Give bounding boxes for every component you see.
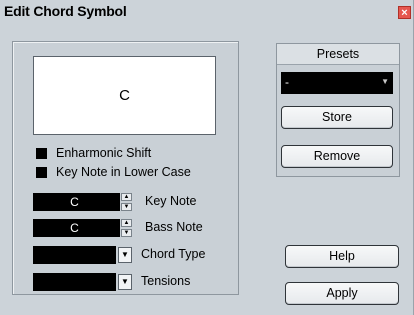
chord-type-field[interactable] [33,246,116,264]
presets-selected-value: - [285,75,289,89]
chevron-down-icon: ▼ [121,250,129,259]
tensions-field[interactable] [33,273,116,291]
enharmonic-shift-label: Enharmonic Shift [56,146,152,160]
key-note-lower-case-checkbox[interactable] [36,166,47,178]
edit-chord-symbol-dialog: Edit Chord Symbol × C Enharmonic Shift K… [0,0,414,315]
presets-header: Presets [277,44,399,65]
remove-button[interactable]: Remove [281,145,393,168]
arrow-down-icon[interactable]: ▼ [121,203,132,211]
chord-preview: C [33,56,216,135]
apply-button[interactable]: Apply [285,282,399,305]
enharmonic-shift-option[interactable]: Enharmonic Shift [36,146,151,160]
bass-note-field[interactable]: C [33,219,120,237]
presets-dropdown[interactable]: - ▼ [281,72,393,94]
key-note-lower-case-option[interactable]: Key Note in Lower Case [36,165,191,179]
key-note-field[interactable]: C [33,193,120,211]
close-button[interactable]: × [398,6,411,19]
chevron-down-icon: ▼ [381,77,389,86]
tensions-label: Tensions [141,274,191,288]
arrow-down-icon[interactable]: ▼ [121,229,132,237]
chord-type-dropdown-button[interactable]: ▼ [118,247,132,263]
chevron-down-icon: ▼ [121,277,129,286]
tensions-dropdown-button[interactable]: ▼ [118,274,132,290]
presets-group: Presets - ▼ Store Remove [276,43,400,177]
title-bar[interactable]: Edit Chord Symbol × [0,0,413,20]
close-icon: × [401,7,408,19]
key-note-spinner[interactable]: ▲ ▼ [121,193,132,211]
arrow-up-icon[interactable]: ▲ [121,193,132,201]
dialog-title: Edit Chord Symbol [4,3,127,19]
enharmonic-shift-checkbox[interactable] [36,147,47,159]
help-button[interactable]: Help [285,245,399,268]
arrow-up-icon[interactable]: ▲ [121,219,132,227]
key-note-value: C [70,195,79,209]
bass-note-value: C [70,221,79,235]
bass-note-spinner[interactable]: ▲ ▼ [121,219,132,237]
chord-preview-text: C [119,87,130,104]
chord-type-label: Chord Type [141,247,206,261]
bass-note-label: Bass Note [145,220,203,234]
store-button[interactable]: Store [281,106,393,129]
key-note-label: Key Note [145,194,197,208]
key-note-lower-case-label: Key Note in Lower Case [56,165,191,179]
